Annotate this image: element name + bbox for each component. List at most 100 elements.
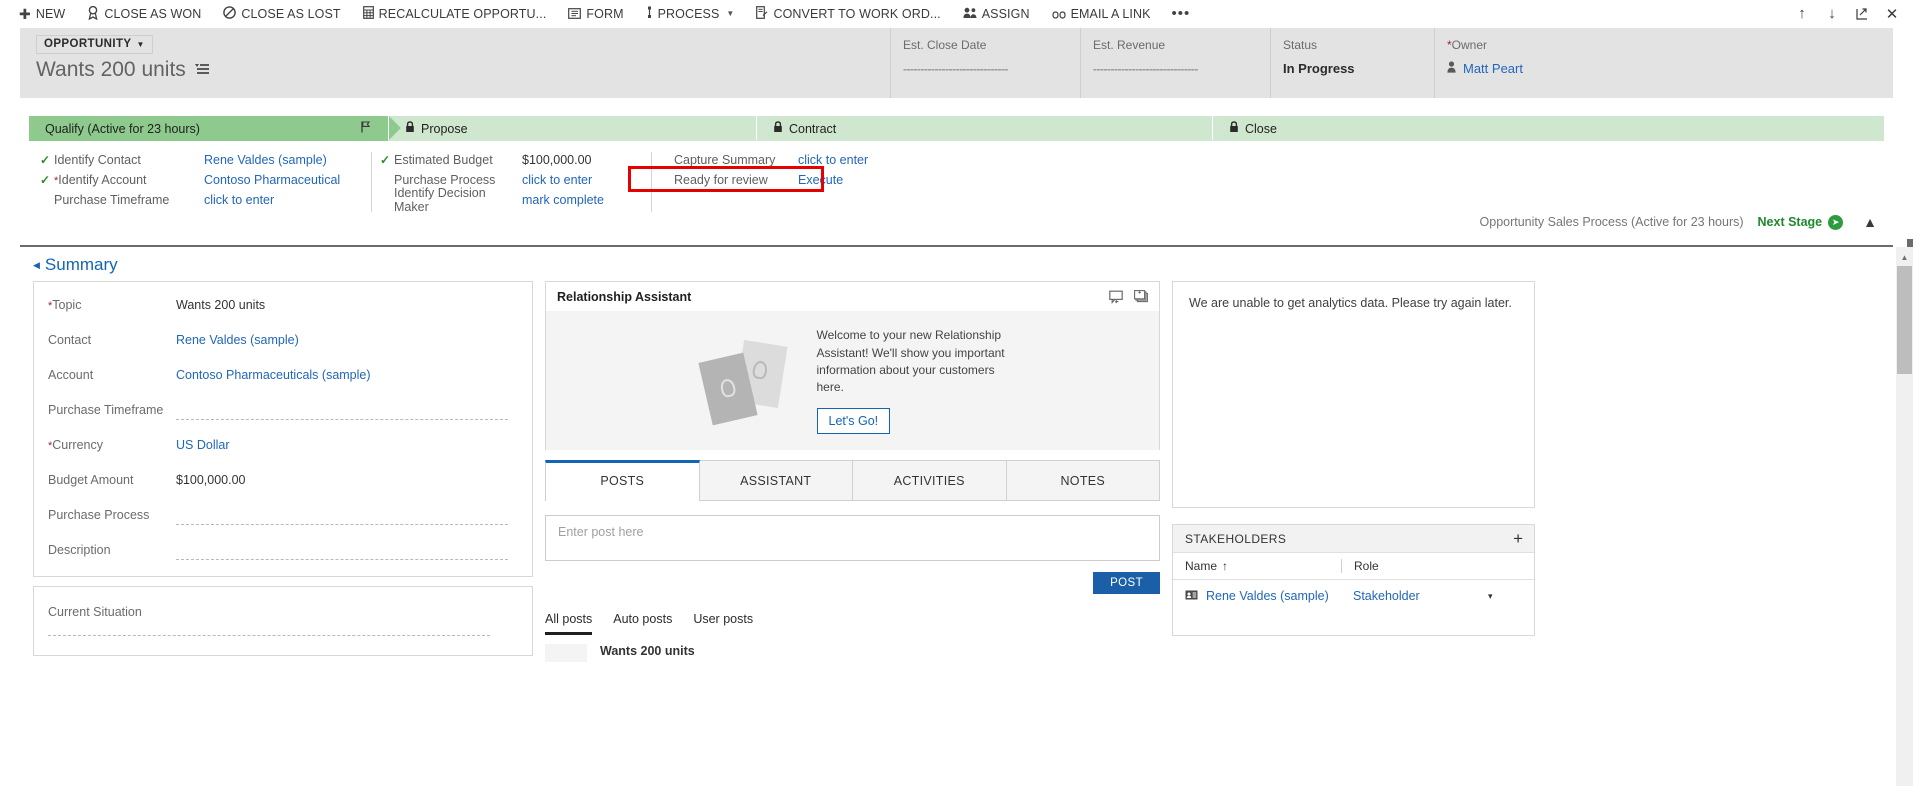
tab-assistant[interactable]: ASSISTANT — [698, 460, 853, 500]
command-new[interactable]: ✚ NEW — [8, 0, 76, 28]
field-description[interactable]: Description — [34, 533, 532, 568]
command-close-as-lost[interactable]: CLOSE AS LOST — [212, 0, 351, 28]
plus-icon[interactable]: + — [1513, 530, 1523, 547]
bpf-step-identify-decision-maker[interactable]: Identify Decision Maker mark complete — [380, 186, 651, 214]
bpf-step-identify-account[interactable]: ✓ *Identify Account Contoso Pharmaceutic… — [40, 170, 371, 190]
tab-posts[interactable]: POSTS — [545, 460, 700, 501]
command-process[interactable]: PROCESS ▼ — [635, 0, 746, 28]
stage-label: Qualify (Active for 23 hours) — [45, 121, 200, 136]
bpf-step-estimated-budget[interactable]: ✓ Estimated Budget $100,000.00 — [380, 150, 651, 170]
title-options-icon[interactable] — [194, 63, 210, 77]
step-value[interactable]: mark complete — [522, 193, 604, 207]
convert-work-order-icon — [756, 6, 768, 21]
popout-icon[interactable] — [1847, 0, 1877, 28]
step-value[interactable]: Rene Valdes (sample) — [204, 153, 327, 167]
step-value[interactable]: Contoso Pharmaceutical — [204, 173, 340, 187]
bpf-stage-row: Qualify (Active for 23 hours) Propose Co… — [29, 115, 1884, 141]
command-convert-to-work-order[interactable]: CONVERT TO WORK ORD... — [745, 0, 951, 28]
stakeholder-role-link[interactable]: Stakeholder — [1353, 589, 1420, 603]
table-row[interactable]: Rene Valdes (sample) Stakeholder ▾ — [1173, 580, 1534, 612]
field-value: Wants 200 units — [176, 298, 266, 312]
field-budget-amount[interactable]: Budget Amount $100,000.00 — [34, 463, 532, 498]
stack-cards-icon[interactable] — [1134, 289, 1149, 304]
field-purchase-timeframe[interactable]: Purchase Timeframe — [34, 393, 532, 428]
card-feedback-icon[interactable] — [1109, 290, 1124, 304]
field-contact[interactable]: Contact Rene Valdes (sample) — [34, 323, 532, 358]
field-current-situation[interactable]: Current Situation — [34, 605, 532, 647]
stakeholders-header: STAKEHOLDERS + — [1173, 525, 1534, 553]
stage-label: Close — [1245, 121, 1277, 136]
avatar — [545, 644, 587, 662]
column-header-role[interactable]: Role — [1341, 559, 1476, 573]
lets-go-button[interactable]: Let's Go! — [816, 407, 891, 434]
field-value-link[interactable]: Rene Valdes (sample) — [176, 323, 518, 347]
step-value[interactable]: click to enter — [798, 153, 868, 167]
bpf-step-group-propose: ✓ Estimated Budget $100,000.00 Purchase … — [371, 150, 651, 214]
chevron-down-icon: ▼ — [726, 9, 735, 18]
list-item[interactable]: Wants 200 units — [545, 644, 1160, 662]
filter-auto-posts[interactable]: Auto posts — [613, 612, 672, 635]
step-value[interactable]: click to enter — [522, 173, 592, 187]
step-value[interactable]: click to enter — [204, 193, 274, 207]
command-overflow-button[interactable]: ••• — [1162, 5, 1201, 22]
command-assign[interactable]: ASSIGN — [952, 0, 1041, 28]
bpf-stage-propose[interactable]: Propose — [389, 115, 769, 141]
sort-ascending-icon: ↑ — [1222, 559, 1229, 573]
chevron-up-icon[interactable]: ▲ — [1857, 214, 1883, 230]
field-value-link[interactable]: Contoso Pharmaceuticals (sample) — [176, 358, 518, 382]
empty-value-dashes: ------------------------------ — [1093, 62, 1198, 76]
summary-section-header[interactable]: ◀ Summary — [20, 247, 1893, 281]
field-purchase-process[interactable]: Purchase Process — [34, 498, 532, 533]
header-field-est-revenue[interactable]: Est. Revenue ---------------------------… — [1080, 28, 1270, 98]
column-header-name[interactable]: Name ↑ — [1173, 559, 1341, 573]
field-value-empty — [176, 393, 518, 420]
tab-notes[interactable]: NOTES — [1005, 460, 1160, 500]
command-close-as-won[interactable]: CLOSE AS WON — [76, 0, 212, 28]
scroll-up-arrow-icon[interactable]: ▲ — [1896, 249, 1913, 265]
stage-label: Contract — [789, 121, 837, 136]
header-field-owner[interactable]: *Owner Matt Peart — [1434, 28, 1598, 98]
command-form[interactable]: FORM — [557, 0, 634, 28]
bpf-stage-close[interactable]: Close — [1213, 116, 1884, 141]
field-currency[interactable]: *Currency US Dollar — [34, 428, 532, 463]
check-icon: ✓ — [40, 173, 51, 187]
bpf-step-identify-contact[interactable]: ✓ Identify Contact Rene Valdes (sample) — [40, 150, 371, 170]
field-label: Status — [1283, 38, 1318, 52]
field-value-link[interactable]: US Dollar — [176, 428, 518, 452]
tab-activities[interactable]: ACTIVITIES — [852, 460, 1007, 500]
prohibited-icon — [223, 6, 237, 21]
current-situation-card: Current Situation — [33, 586, 533, 656]
record-title-row: Wants 200 units — [36, 58, 890, 81]
step-value[interactable]: Execute — [798, 173, 843, 187]
bpf-step-purchase-timeframe[interactable]: Purchase Timeframe click to enter — [40, 190, 371, 210]
field-label: *Topic — [48, 298, 82, 312]
bpf-step-ready-for-review[interactable]: Ready for review Execute — [660, 170, 951, 190]
command-recalculate-opportunity[interactable]: RECALCULATE OPPORTU... — [352, 0, 558, 28]
field-topic[interactable]: *Topic Wants 200 units — [34, 288, 532, 323]
post-input[interactable]: Enter post here — [545, 515, 1160, 561]
owner-link[interactable]: Matt Peart — [1463, 61, 1523, 76]
entity-type-selector[interactable]: OPPORTUNITY ▼ — [36, 35, 153, 54]
scrollbar-thumb[interactable] — [1897, 266, 1912, 374]
filter-user-posts[interactable]: User posts — [693, 612, 753, 635]
chevron-down-icon[interactable]: ▾ — [1488, 591, 1493, 602]
filter-all-posts[interactable]: All posts — [545, 612, 593, 635]
field-label: Purchase Process — [48, 508, 150, 522]
summary-fields-card: *Topic Wants 200 units Contact Rene Vald… — [33, 281, 533, 577]
next-record-icon[interactable]: ↓ — [1817, 0, 1847, 28]
command-email-a-link[interactable]: EMAIL A LINK — [1041, 0, 1162, 28]
plus-icon: ✚ — [19, 5, 31, 22]
field-label: Current Situation — [48, 605, 142, 619]
next-stage-button[interactable]: Next Stage ➤ — [1758, 214, 1844, 230]
header-field-est-close-date[interactable]: Est. Close Date ------------------------… — [890, 28, 1080, 98]
field-account[interactable]: Account Contoso Pharmaceuticals (sample) — [34, 358, 532, 393]
bpf-stage-qualify[interactable]: Qualify (Active for 23 hours) — [29, 115, 401, 141]
previous-record-icon[interactable]: ↑ — [1787, 0, 1817, 28]
post-button[interactable]: POST — [1093, 572, 1160, 594]
command-label: PROCESS — [657, 6, 720, 21]
bpf-stage-contract[interactable]: Contract — [757, 115, 1225, 141]
stakeholders-title: STAKEHOLDERS — [1185, 531, 1287, 546]
close-icon[interactable]: ✕ — [1877, 0, 1907, 28]
bpf-step-capture-summary[interactable]: Capture Summary click to enter — [660, 150, 951, 170]
stakeholder-name-link[interactable]: Rene Valdes (sample) — [1206, 589, 1329, 603]
